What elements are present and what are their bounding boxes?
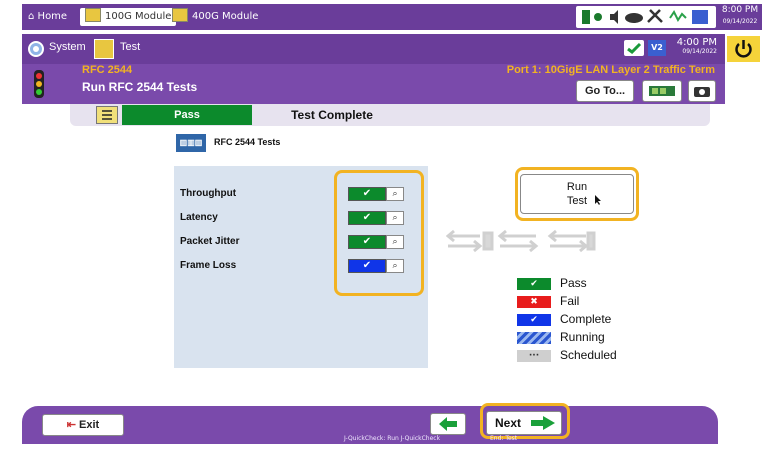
module-icon	[85, 8, 101, 22]
legend-fail-label: Fail	[560, 294, 580, 308]
home-icon: ⌂	[28, 11, 35, 22]
traffic-light-icon	[34, 70, 44, 98]
tab-100g-module[interactable]: 100G Module	[80, 8, 177, 26]
back-caption: J-QuickCheck: Run J-QuickCheck	[344, 435, 441, 442]
cloud-icon	[625, 13, 643, 23]
legend-running-swatch	[517, 332, 551, 344]
power-icon	[735, 40, 752, 58]
page-title: Run RFC 2544 Tests	[82, 80, 198, 94]
document-icon	[102, 110, 112, 120]
tab-400g-label: 400G Module	[192, 11, 259, 22]
gps-icon	[669, 10, 687, 22]
module-view-icon	[649, 86, 675, 96]
plug-icon	[594, 13, 602, 21]
flow-arrows-icon	[446, 229, 596, 253]
arrow-left-icon	[439, 417, 457, 431]
next-label: Next	[495, 416, 522, 430]
port-label: Port 1: 10GigE LAN Layer 2 Traffic Term	[506, 64, 715, 76]
run-test-label: Run	[566, 181, 588, 193]
run-test-label: Test	[566, 195, 588, 207]
result-strip: Pass Test Complete	[70, 104, 710, 126]
module-icon[interactable]	[94, 39, 114, 59]
speaker-icon	[610, 10, 618, 24]
test-label: Packet Jitter	[180, 236, 240, 247]
clock-time: 8:00 PM	[721, 5, 759, 15]
status-icons	[576, 6, 716, 28]
test-name: RFC 2544	[82, 64, 133, 76]
exit-label: Exit	[79, 419, 100, 431]
exit-button[interactable]: ⇤ Exit	[42, 414, 124, 436]
result-status: Pass	[122, 105, 252, 125]
exit-icon: ⇤	[66, 419, 76, 431]
rfc-title: RFC 2544 Tests	[214, 137, 281, 147]
tab-400g-module[interactable]: 400G Module	[172, 8, 258, 26]
clock-date: 09/14/2022	[722, 18, 758, 25]
tools-icon	[647, 9, 663, 23]
v2-badge: V2	[648, 40, 666, 56]
test-label: Frame Loss	[180, 260, 237, 271]
top-status-bar: ⌂ Home 100G Module 400G Module 8:00 PM 0…	[22, 4, 762, 30]
test-header: RFC 2544 Run RFC 2544 Tests Port 1: 10Gi…	[22, 64, 725, 104]
sys-time-value: 4:00 PM	[676, 37, 717, 48]
home-button[interactable]: ⌂ Home	[28, 8, 67, 26]
legend-complete-swatch: ✔	[517, 314, 551, 326]
highlight-box	[334, 170, 424, 296]
next-button[interactable]: Next	[486, 411, 562, 435]
goto-button[interactable]: Go To...	[576, 80, 634, 102]
run-test-button[interactable]: Run Test	[520, 174, 634, 214]
legend-complete-label: Complete	[560, 312, 612, 326]
next-caption: End: Test	[490, 435, 518, 442]
sys-time: 4:00 PM 09/14/2022	[677, 37, 717, 55]
result-message: Test Complete	[291, 108, 373, 122]
camera-button[interactable]	[688, 80, 716, 102]
back-button[interactable]	[430, 413, 466, 435]
bottom-bar: ⇤ Exit Next J-QuickCheck: Run J-QuickChe…	[22, 403, 718, 444]
system-bar: System Test V2 4:00 PM 09/14/2022	[22, 34, 725, 64]
legend-running-label: Running	[560, 330, 605, 344]
battery-icon	[582, 10, 590, 24]
module-icon	[172, 8, 188, 22]
test-label: Latency	[180, 212, 218, 223]
rfc-logo-icon: ▥▥▥	[176, 134, 206, 152]
legend-scheduled-label: Scheduled	[560, 348, 617, 362]
legend-pass-swatch: ✔	[517, 278, 551, 290]
clock: 8:00 PM 09/14/2022	[720, 5, 760, 27]
check-icon	[624, 40, 644, 56]
home-label: Home	[37, 11, 68, 22]
legend-scheduled-swatch: ···	[517, 350, 551, 362]
legend-fail-swatch: ✖	[517, 296, 551, 308]
tab-100g-label: 100G Module	[105, 11, 172, 22]
status-icons-svg	[582, 9, 708, 24]
test-label: Throughput	[180, 188, 237, 199]
cursor-icon	[595, 195, 601, 205]
sys-date-value: 09/14/2022	[682, 48, 717, 55]
screen: ⌂ Home 100G Module 400G Module 8:00 PM 0…	[0, 0, 770, 449]
power-button[interactable]	[725, 34, 762, 64]
test-label[interactable]: Test	[120, 41, 140, 53]
module-view-button[interactable]	[642, 80, 682, 102]
report-button[interactable]	[96, 106, 118, 124]
v2-badge	[692, 10, 708, 24]
arrow-right-icon	[531, 416, 555, 430]
legend-pass-label: Pass	[560, 276, 587, 290]
camera-icon	[694, 87, 710, 97]
system-label[interactable]: System	[49, 41, 86, 53]
gear-icon[interactable]	[26, 39, 46, 59]
